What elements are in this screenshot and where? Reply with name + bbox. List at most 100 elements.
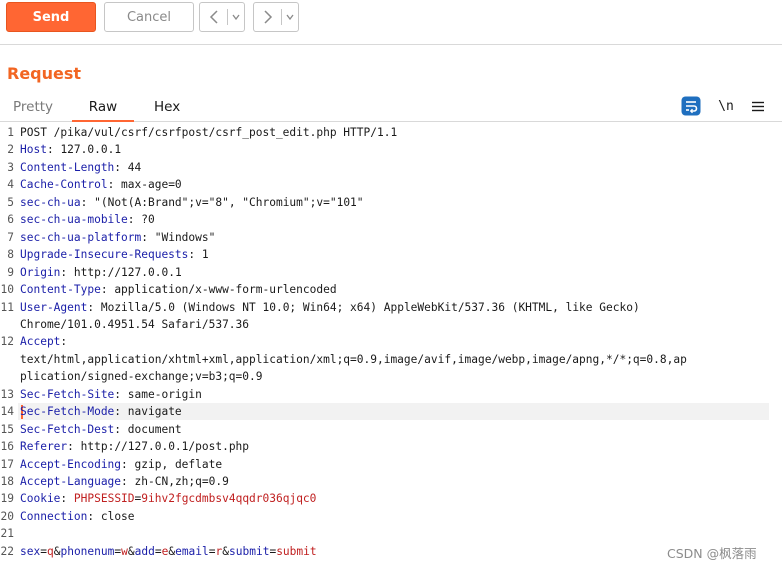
line-number: 4: [7, 178, 14, 192]
line-number: 1: [7, 126, 14, 139]
tab-pretty[interactable]: Pretty: [13, 94, 53, 121]
code-line: Accept:: [20, 335, 74, 349]
header-name: Content-Length: [20, 160, 115, 174]
chevron-down-icon[interactable]: [228, 3, 244, 31]
line-number: 19: [0, 492, 14, 506]
header-name: sec-ch-ua-platform: [20, 230, 142, 244]
header-value: close: [100, 509, 135, 523]
tab-hex[interactable]: Hex: [154, 94, 180, 121]
header-name: Sec-Fetch-Mode: [20, 405, 115, 419]
line-number: 20: [0, 509, 14, 523]
cookie-value: 9ihv2fgcdmbsv4qqdr036qjqc0: [141, 492, 317, 506]
code-line: Connection: close: [20, 509, 135, 523]
request-title: Request: [7, 64, 82, 83]
tab-raw[interactable]: Raw: [72, 94, 134, 122]
line-number: 8: [7, 248, 14, 262]
word-wrap-icon[interactable]: [680, 96, 701, 116]
line-number: 11: [0, 300, 14, 314]
line-number: 5: [7, 195, 14, 209]
header-value: same-origin: [127, 387, 202, 401]
header-value: zh-CN,zh;q=0.9: [134, 475, 229, 488]
code-line: Referer: http://127.0.0.1/post.php: [20, 440, 250, 454]
header-name: Accept-Encoding: [20, 457, 122, 471]
header-value: Mozilla/5.0 (Windows NT 10.0; Win64; x64…: [100, 300, 640, 314]
toolbar: Send Cancel: [0, 0, 782, 45]
code-line: Host: 127.0.0.1: [20, 143, 122, 157]
code-line: Origin: http://127.0.0.1: [20, 265, 182, 279]
header-name: User-Agent: [20, 300, 88, 314]
header-value: ?0: [141, 213, 155, 227]
header-value: "(Not(A:Brand";v="8", "Chromium";v="101": [94, 195, 364, 209]
header-name: Cache-Control: [20, 178, 108, 192]
header-name: Sec-Fetch-Site: [20, 387, 115, 401]
header-value: http://127.0.0.1: [73, 265, 182, 279]
line-number: 9: [7, 265, 14, 279]
code-line: sec-ch-ua: "(Not(A:Brand";v="8", "Chromi…: [20, 195, 364, 209]
code-line: Chrome/101.0.4951.54 Safari/537.36: [20, 316, 249, 333]
request-line: POST /pika/vul/csrf/csrfpost/csrf_post_e…: [20, 126, 398, 139]
watermark: CSDN @枫落雨: [667, 546, 757, 561]
chevron-right-icon[interactable]: [254, 3, 281, 31]
body-param-name: phonenum: [60, 544, 115, 558]
body-param-value: submit: [276, 544, 317, 558]
header-name: Host: [20, 143, 47, 157]
header-name: Connection: [20, 509, 88, 523]
cookie-name: PHPSESSID: [73, 492, 135, 506]
line-number: 10: [0, 283, 14, 297]
line-number: 22: [0, 544, 14, 558]
code-line: Content-Type: application/x-www-form-url…: [20, 283, 337, 297]
header-name: Upgrade-Insecure-Requests: [20, 248, 189, 262]
code-line: Sec-Fetch-Site: same-origin: [20, 387, 202, 401]
code-line: User-Agent: Mozilla/5.0 (Windows NT 10.0…: [20, 300, 640, 314]
request-tabs: Pretty Raw Hex: [0, 94, 782, 122]
header-value: document: [127, 422, 182, 436]
header-name: Origin: [20, 265, 61, 279]
line-number: 2: [7, 143, 14, 157]
line-number: 21: [0, 527, 14, 541]
code-line: Sec-Fetch-Dest: document: [20, 422, 182, 436]
line-number: 14: [0, 405, 14, 419]
header-name: sec-ch-ua: [20, 195, 81, 209]
back-history-group: [199, 2, 245, 32]
newline-toggle[interactable]: \n: [716, 96, 736, 116]
header-value: http://127.0.0.1/post.php: [80, 440, 250, 454]
body-param-value: e: [161, 544, 169, 558]
header-name: Content-Type: [20, 283, 101, 297]
line-number: 7: [7, 230, 14, 244]
header-value: "Windows": [154, 230, 216, 244]
line-number: 17: [0, 457, 14, 471]
header-name: Sec-Fetch-Dest: [20, 422, 115, 436]
header-value: navigate: [127, 405, 182, 419]
code-line: sec-ch-ua-mobile: ?0: [20, 213, 155, 227]
hamburger-menu-icon[interactable]: [750, 96, 766, 116]
line-number: 12: [0, 335, 14, 349]
header-name: Accept-Language: [20, 475, 122, 488]
code-line: Sec-Fetch-Mode: navigate: [20, 405, 182, 419]
line-number: 15: [0, 422, 14, 436]
cancel-button[interactable]: Cancel: [104, 2, 194, 32]
header-value-continued: Chrome/101.0.4951.54 Safari/537.36: [20, 317, 250, 331]
header-value-continued: plication/signed-exchange;v=b3;q=0.9: [20, 370, 263, 384]
line-number: 18: [0, 475, 14, 488]
body-param-value: w: [121, 544, 128, 558]
code-line: text/html,application/xhtml+xml,applicat…: [20, 351, 687, 368]
code-line: Upgrade-Insecure-Requests: 1: [20, 248, 209, 262]
code-line: Content-Length: 44: [20, 160, 142, 174]
chevron-down-icon[interactable]: [282, 3, 298, 31]
code-line: sex=q&phonenum=w&add=e&email=r&submit=su…: [20, 544, 317, 558]
request-editor[interactable]: 1 POST /pika/vul/csrf/csrfpost/csrf_post_…: [0, 122, 782, 569]
code-line: Accept-Encoding: gzip, deflate: [20, 457, 223, 471]
header-value-continued: text/html,application/xhtml+xml,applicat…: [20, 352, 687, 366]
line-number: 16: [0, 440, 14, 454]
header-value: gzip, deflate: [134, 457, 223, 471]
send-button[interactable]: Send: [6, 2, 96, 32]
chevron-left-icon[interactable]: [200, 3, 227, 31]
header-value: max-age=0: [121, 178, 182, 192]
line-number: 3: [7, 160, 14, 174]
code-line: Cookie: PHPSESSID=9ihv2fgcdmbsv4qqdr036q…: [20, 492, 317, 506]
body-param-name: add: [134, 544, 155, 558]
body-param-value: r: [215, 544, 223, 558]
header-name: Cookie: [20, 492, 61, 506]
header-name: sec-ch-ua-mobile: [20, 213, 128, 227]
body-param-name: sex: [20, 544, 41, 558]
